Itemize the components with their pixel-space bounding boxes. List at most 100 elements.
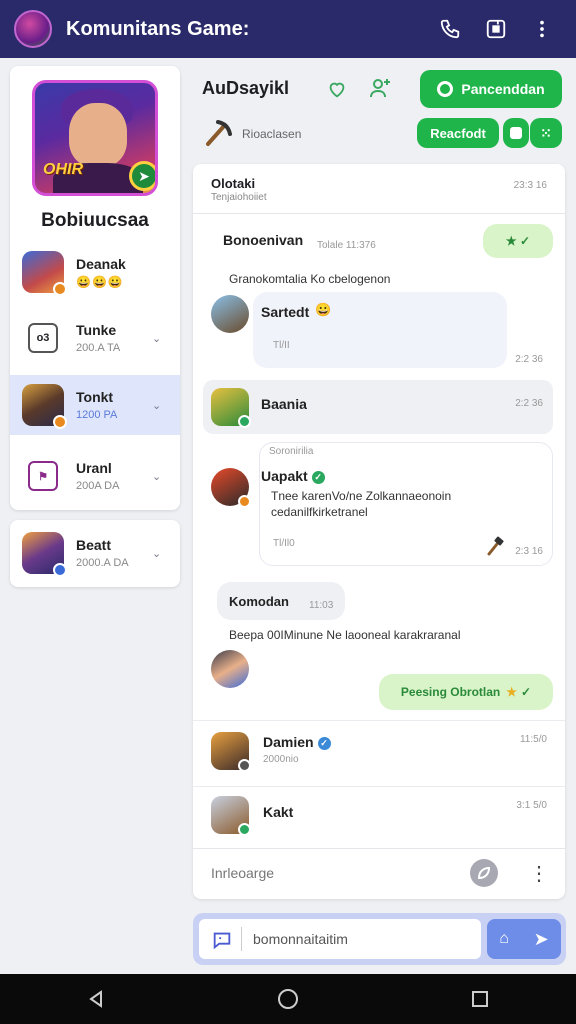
message-author: Kakt [263, 804, 294, 820]
heart-icon[interactable] [326, 78, 348, 100]
featured-game-image[interactable]: OHIR ➤ [32, 80, 158, 196]
side-item-sub: 2000.A DA [76, 557, 129, 569]
square-toggle-button[interactable] [503, 118, 529, 148]
status-dot [53, 563, 67, 577]
chat-input-row: Inrleoarge ⋮ [193, 848, 565, 899]
divider [193, 720, 565, 721]
pickaxe-icon [206, 120, 232, 146]
message-time: 11:5/0 [519, 734, 547, 745]
side-item-deanak[interactable]: Deanak 😀😀😀 [10, 242, 180, 302]
verified-icon: ✓ [317, 736, 331, 750]
chat-header-subtitle: Tenjaiohoiiet [211, 192, 267, 203]
chevron-down-icon[interactable]: ⌄ [152, 399, 172, 412]
side-item-tonkt[interactable]: Tonkt 1200 PA ⌄ [10, 375, 180, 435]
message-sub: 2000nio [263, 754, 299, 765]
message-time: 3:1 5/0 [516, 800, 547, 811]
side-item-sub: 1200 PA [76, 409, 118, 421]
hammer-icon [487, 536, 504, 556]
hero-face-shape [69, 103, 127, 167]
chevron-down-icon[interactable]: ⌄ [152, 332, 172, 345]
send-button[interactable]: ⌂ ➤ [487, 919, 561, 959]
author-name: Damien [263, 734, 314, 750]
side-item-tunke[interactable]: o3 Tunke 200.A TA ⌄ [10, 308, 180, 368]
message-time: 2:3 16 [515, 546, 543, 557]
message-sub: Tl/Il0 [273, 538, 295, 549]
share-button[interactable] [476, 9, 516, 49]
message-composer: bomonnaitaitim ⌂ ➤ [193, 913, 566, 965]
community-avatar[interactable] [14, 10, 52, 48]
chat-bubble-icon [213, 932, 231, 950]
square-icon [510, 127, 522, 139]
primary-action-button[interactable]: Pancenddan [420, 70, 562, 108]
reply-bubble[interactable]: Peesing Obrotlan ★ ✓ [379, 674, 553, 710]
more-vert-icon[interactable]: ⋮ [529, 861, 549, 886]
compose-field[interactable]: bomonnaitaitim [199, 919, 481, 959]
side-item-beatt[interactable]: Beatt 2000.A DA ⌄ [10, 523, 180, 583]
message-text: Tnee karenVo/ne Zolkannaeonoin cedanilfk… [271, 489, 452, 519]
message-meta: 11:03 [309, 600, 334, 611]
sticker-icon: ⌂ [499, 930, 509, 947]
user-avatar[interactable] [211, 796, 251, 836]
user-avatar[interactable] [211, 650, 249, 688]
nav-home-button[interactable] [273, 984, 303, 1014]
message-text: Beepa 00IMinune Ne laooneal karakraranal [229, 628, 461, 642]
game-avatar [22, 251, 67, 296]
chevron-down-icon[interactable]: ⌄ [152, 470, 172, 483]
message-title: Komodan [229, 594, 289, 609]
reaction-bubble[interactable]: ★ ✓ [483, 224, 553, 258]
reply-bubble-text: Peesing Obrotlan [400, 685, 501, 699]
nav-recents-button[interactable] [465, 984, 495, 1014]
system-nav-bar [0, 974, 576, 1024]
grid-icon: ⁙ [540, 124, 552, 141]
message-text: Granokomtalia Ko cbelogenon [229, 272, 391, 286]
share-box-icon [486, 19, 506, 39]
overflow-menu-button[interactable] [522, 9, 562, 49]
game-avatar [22, 532, 67, 577]
channel-title: AuDsayikl [202, 78, 290, 98]
chat-input-placeholder[interactable]: Inrleoarge [211, 865, 274, 881]
grid-button[interactable]: ⁙ [530, 118, 562, 148]
user-avatar[interactable] [211, 468, 251, 508]
secondary-action-button[interactable]: Reacfodt [417, 118, 499, 148]
game-avatar [22, 384, 67, 429]
attach-button[interactable] [470, 859, 498, 887]
top-app-bar: Komunitans Game: [0, 0, 576, 58]
user-avatar[interactable] [211, 295, 249, 333]
chat-header-time: 23:3 16 [513, 180, 547, 191]
primary-action-label: Pancenddan [461, 81, 545, 97]
message-row-highlight[interactable] [203, 380, 553, 434]
game-badge-icon: ➤ [129, 161, 155, 191]
phone-icon [440, 19, 460, 39]
user-avatar[interactable] [211, 388, 251, 428]
message-author: Uapakt ✓ [261, 468, 325, 484]
game-list-card: OHIR ➤ Bobiuucsaa Deanak 😀😀😀 o3 Tunke 20… [10, 66, 180, 510]
chat-header: Olotaki Tenjaiohoiiet 23:3 16 [193, 164, 565, 214]
side-item-name: Tonkt [76, 389, 114, 405]
message-time: 2:2 36 [515, 354, 543, 365]
side-item-name: Deanak [76, 255, 126, 272]
author-name: Uapakt [261, 468, 308, 484]
side-item-uranl[interactable]: ⚑ Uranl 200A DA ⌄ [10, 446, 180, 506]
message-time: 2:2 36 [515, 398, 543, 409]
chat-header-title: Olotaki [211, 176, 256, 191]
user-avatar[interactable] [211, 732, 251, 772]
phone-call-button[interactable] [430, 9, 470, 49]
home-circle-icon [278, 989, 298, 1009]
status-dot [238, 415, 251, 428]
message-sub: Tl/II [273, 340, 290, 351]
side-item-sub: 200.A TA [76, 342, 121, 354]
divider [193, 786, 565, 787]
message-author: Baania [261, 396, 307, 412]
send-arrow-icon: ➤ [533, 928, 549, 949]
recents-square-icon [472, 991, 488, 1007]
side-item-sub: 200A DA [76, 480, 120, 492]
channel-subtitle: Rioaclasen [242, 127, 302, 141]
chevron-down-icon[interactable]: ⌄ [152, 547, 172, 560]
leaf-icon [477, 866, 491, 880]
side-item-name: Uranl [76, 460, 112, 476]
add-person-icon[interactable] [368, 76, 392, 100]
nav-back-button[interactable] [81, 984, 111, 1014]
controller-outline-icon: o3 [28, 323, 58, 353]
star-icon: ★ [506, 685, 518, 699]
app-title: Komunitans Game: [66, 17, 250, 40]
